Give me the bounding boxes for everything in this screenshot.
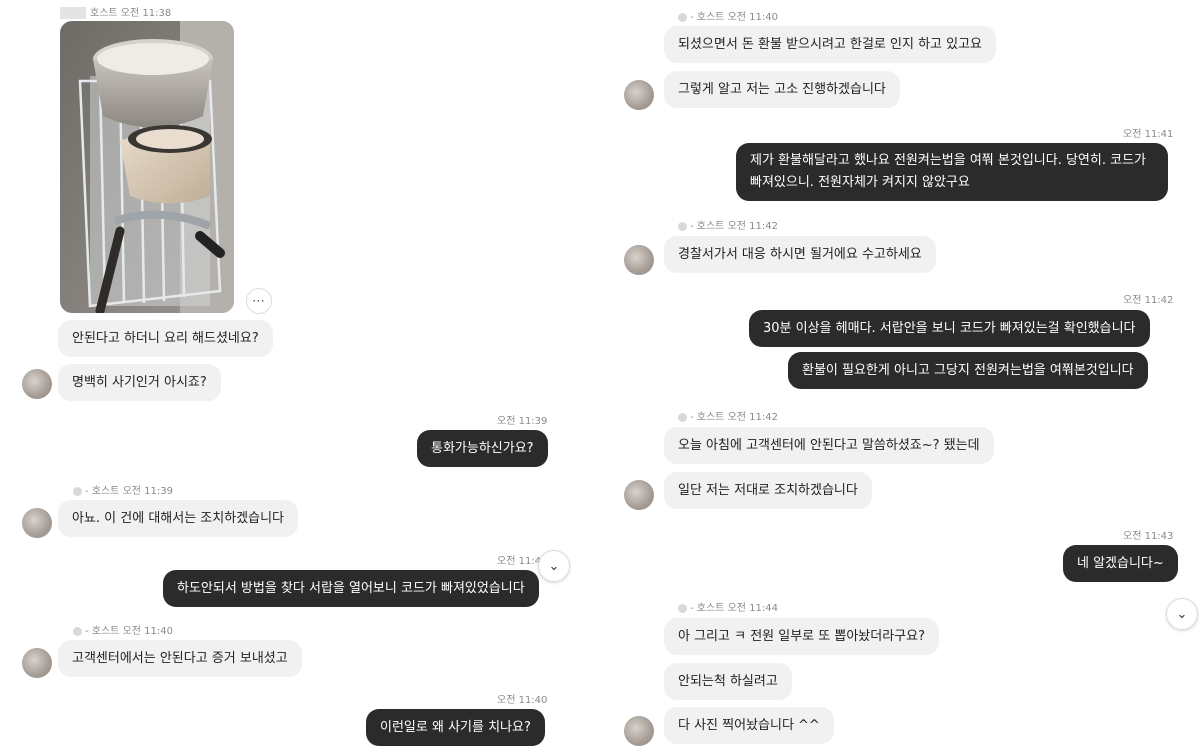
cookware-photo[interactable]: [60, 21, 234, 313]
message-meta: - 호스트 오전 11:44: [678, 599, 778, 614]
scroll-down-icon[interactable]: ⌄: [538, 550, 570, 582]
outgoing-message: 하도안되서 방법을 찾다 서랍을 열어보니 코드가 빠져있었습니다: [163, 570, 539, 607]
incoming-message: 아뇨. 이 건에 대해서는 조치하겠습니다: [58, 500, 299, 537]
sender-avatar-blurred: [73, 626, 82, 636]
outgoing-message: 이런일로 왜 사기를 치나요?: [366, 709, 545, 746]
message-time: 오전 11:41: [1123, 129, 1174, 140]
chat-panel-left: 호스트 오전 11:38 ⋯ 안된다고 하더니 요리 해드셨네요? 명백히 사기…: [0, 0, 582, 750]
incoming-message: 오늘 아침에 고객센터에 안된다고 말씀하셨죠~? 됐는데: [664, 427, 994, 464]
message-meta: - 호스트 오전 11:42: [678, 217, 778, 232]
sender-avatar-blurred: [678, 603, 687, 613]
sender-avatar-blurred: [60, 7, 86, 19]
outgoing-message: 환불이 필요한게 아니고 그당지 전원켜는법을 여쭤본것입니다: [788, 352, 1148, 389]
incoming-message: 다 사진 찍어놨습니다 ^^: [664, 707, 834, 744]
message-time: 오전 11:40: [497, 695, 548, 706]
incoming-message: 되셨으면서 돈 환불 받으시려고 한걸로 인지 하고 있고요: [664, 26, 997, 63]
more-options-icon[interactable]: ⋯: [246, 288, 272, 314]
incoming-message: 경찰서가서 대응 하시면 될거에요 수고하세요: [664, 236, 936, 273]
incoming-message: 안된다고 하더니 요리 해드셨네요?: [58, 320, 273, 357]
host-avatar: [624, 245, 654, 275]
host-avatar: [22, 369, 52, 399]
host-avatar: [22, 508, 52, 538]
incoming-message: 그렇게 알고 저는 고소 진행하겠습니다: [664, 71, 900, 108]
outgoing-message: 30분 이상을 헤매다. 서랍안을 보니 코드가 빠져있는걸 확인했습니다: [749, 310, 1150, 347]
message-time: 오전 11:42: [1123, 295, 1174, 306]
pots-in-dish-rack-image: [60, 21, 234, 313]
host-avatar: [624, 716, 654, 746]
outgoing-message: 통화가능하신가요?: [417, 430, 548, 467]
host-avatar: [624, 480, 654, 510]
message-meta: - 호스트 오전 11:39: [73, 482, 173, 497]
sender-avatar-blurred: [73, 486, 82, 496]
incoming-message: 아 그리고 ㅋ 전원 일부로 또 뽑아놨더라구요?: [664, 618, 939, 655]
message-meta: 호스트 오전 11:38: [60, 4, 171, 19]
message-time: 오전 11:39: [497, 416, 548, 427]
chat-panel-right: - 호스트 오전 11:40 되셨으면서 돈 환불 받으시려고 한걸로 인지 하…: [608, 0, 1199, 750]
message-meta: - 호스트 오전 11:40: [73, 622, 173, 637]
incoming-message: 안되는척 하실려고: [664, 663, 792, 700]
sender-avatar-blurred: [678, 12, 687, 22]
host-avatar: [624, 80, 654, 110]
message-time: 오전 11:43: [1123, 531, 1174, 542]
host-avatar: [22, 648, 52, 678]
outgoing-message: 제가 환불해달라고 했나요 전원켜는법을 여쭤 본것입니다. 당연히. 코드가 …: [736, 143, 1168, 201]
sender-avatar-blurred: [678, 221, 687, 231]
incoming-message: 명백히 사기인거 아시죠?: [58, 364, 221, 401]
panel-divider: [582, 0, 608, 750]
message-meta: - 호스트 오전 11:42: [678, 408, 778, 423]
sender-avatar-blurred: [678, 412, 687, 422]
outgoing-message: 네 알겠습니다~: [1063, 545, 1178, 582]
message-meta: - 호스트 오전 11:40: [678, 8, 778, 23]
incoming-message: 고객센터에서는 안된다고 증거 보내셨고: [58, 640, 302, 677]
scroll-down-icon[interactable]: ⌄: [1166, 598, 1198, 630]
incoming-message: 일단 저는 저대로 조치하겠습니다: [664, 472, 872, 509]
